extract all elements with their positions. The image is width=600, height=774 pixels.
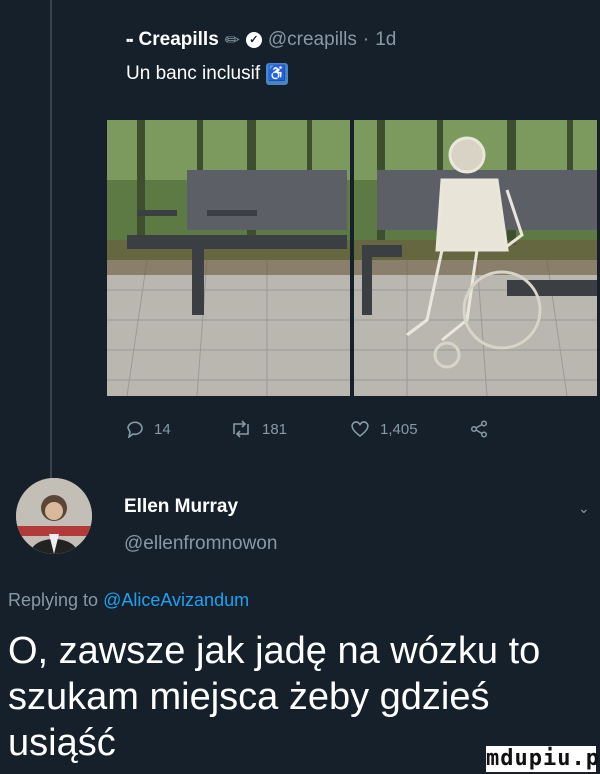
- replying-prefix: Replying to: [8, 590, 99, 610]
- replying-to: Replying to @AliceAvizandum: [8, 590, 249, 611]
- reply-icon: [127, 421, 143, 438]
- reply-count: 14: [154, 420, 171, 438]
- retweet-count: 181: [262, 420, 288, 438]
- heart-icon: [351, 421, 369, 438]
- reply-author-handle[interactable]: @ellenfromnowon: [124, 533, 277, 555]
- like-button[interactable]: 1,405: [350, 420, 470, 438]
- quoted-tweet[interactable]: ▪▪ Creapills ✏ ✓ @creapills · 1d Un banc…: [126, 28, 590, 86]
- tweet-header: ▪▪ Creapills ✏ ✓ @creapills · 1d: [126, 28, 590, 52]
- avatar[interactable]: [16, 478, 92, 554]
- like-count: 1,405: [380, 420, 418, 438]
- bench-illustration: [107, 120, 597, 396]
- verified-icon: ✓: [245, 32, 262, 48]
- tweet-text: Un banc inclusif ♿: [126, 62, 590, 86]
- thread-line: [50, 0, 52, 478]
- reply-author-name[interactable]: Ellen Murray: [124, 496, 238, 518]
- share-icon: [470, 420, 488, 438]
- reply-button[interactable]: 14: [126, 420, 230, 438]
- author-name[interactable]: Creapills: [139, 28, 219, 52]
- watermark-logo: mdupiu.pl: [486, 746, 600, 772]
- avatar-image: [16, 478, 92, 554]
- chevron-down-icon[interactable]: ⌄: [578, 500, 590, 517]
- avatar-dots: ▪▪: [126, 33, 133, 47]
- replying-mention-link[interactable]: @AliceAvizandum: [103, 590, 249, 610]
- separator-dot: ·: [362, 29, 370, 50]
- tweet-actions: 14 181 1,405: [126, 420, 526, 438]
- share-button[interactable]: [470, 420, 488, 438]
- tweet-photo[interactable]: [107, 120, 597, 396]
- tweet-timestamp[interactable]: 1d: [375, 28, 396, 52]
- wheelchair-icon: ♿: [266, 63, 289, 85]
- tweet-text-content: Un banc inclusif: [126, 63, 261, 84]
- retweet-icon: [233, 420, 249, 438]
- retweet-button[interactable]: 181: [230, 420, 350, 438]
- pencil-icon: ✏: [224, 30, 240, 50]
- author-handle[interactable]: @creapills: [268, 28, 357, 52]
